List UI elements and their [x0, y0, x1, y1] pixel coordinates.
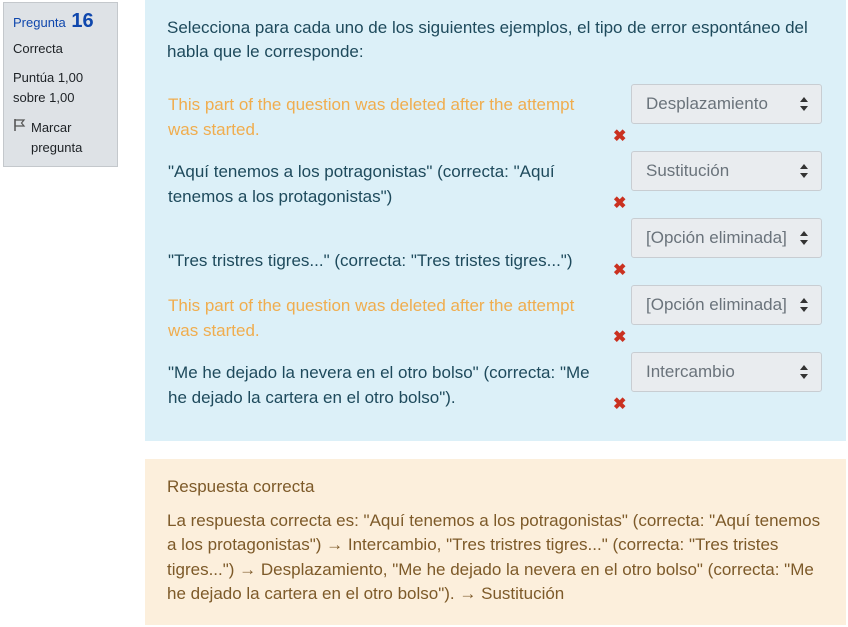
correct-answer-text: La respuesta correcta es: "Aquí tenemos …: [167, 510, 821, 604]
question-info-panel: Pregunta 16 Correcta Puntúa 1,00 sobre 1…: [3, 2, 118, 167]
answer-select-value: Sustitución: [646, 161, 730, 180]
match-row-label: This part of the question was deleted af…: [168, 296, 575, 340]
answer-select[interactable]: Sustitución: [631, 151, 822, 191]
answer-select[interactable]: Desplazamiento: [631, 84, 822, 124]
sort-arrows-icon: [800, 231, 808, 245]
incorrect-x-icon: ✖: [613, 195, 627, 212]
flag-question-button[interactable]: Marcar pregunta: [13, 118, 108, 158]
sort-arrows-icon: [800, 164, 808, 178]
question-label: Pregunta: [13, 15, 66, 30]
sort-arrows-icon: [800, 298, 808, 312]
question-number-value: 16: [71, 10, 94, 32]
answer-select[interactable]: [Opción eliminada]: [631, 218, 822, 258]
answer-select-value: Intercambio: [646, 362, 735, 381]
incorrect-x-icon: ✖: [613, 128, 627, 145]
match-row-label: "Aquí tenemos a los potragonistas" (corr…: [168, 162, 555, 206]
incorrect-x-icon: ✖: [613, 262, 627, 279]
answer-select[interactable]: [Opción eliminada]: [631, 285, 822, 325]
incorrect-x-icon: ✖: [613, 396, 627, 413]
question-formulation: Selecciona para cada uno de los siguient…: [145, 0, 846, 441]
answer-select-value: Desplazamiento: [646, 94, 768, 113]
incorrect-x-icon: ✖: [613, 329, 627, 346]
match-row: This part of the question was deleted af…: [167, 285, 824, 352]
question-grade: Puntúa 1,00 sobre 1,00: [13, 70, 84, 105]
flag-icon: [13, 118, 27, 158]
feedback-panel: Respuesta correcta La respuesta correcta…: [145, 459, 846, 625]
sort-arrows-icon: [800, 97, 808, 111]
question-state: Correcta: [13, 41, 63, 56]
question-text: Selecciona para cada uno de los siguient…: [167, 18, 808, 61]
answer-select-value: [Opción eliminada]: [646, 295, 787, 314]
match-row-label: This part of the question was deleted af…: [168, 95, 575, 139]
answer-select[interactable]: Intercambio: [631, 352, 822, 392]
feedback-title: Respuesta correcta: [167, 477, 315, 496]
sort-arrows-icon: [800, 365, 808, 379]
match-row: "Tres tristres tigres..." (correcta: "Tr…: [167, 218, 824, 285]
match-row: "Me he dejado la nevera en el otro bolso…: [167, 352, 824, 419]
match-row: "Aquí tenemos a los potragonistas" (corr…: [167, 151, 824, 218]
match-row-label: "Tres tristres tigres..." (correcta: "Tr…: [168, 251, 573, 270]
match-row-label: "Me he dejado la nevera en el otro bolso…: [168, 363, 590, 407]
match-row: This part of the question was deleted af…: [167, 84, 824, 151]
question-number: Pregunta 16: [13, 10, 108, 33]
answer-select-value: [Opción eliminada]: [646, 228, 787, 247]
flag-label: Marcar pregunta: [31, 120, 83, 155]
